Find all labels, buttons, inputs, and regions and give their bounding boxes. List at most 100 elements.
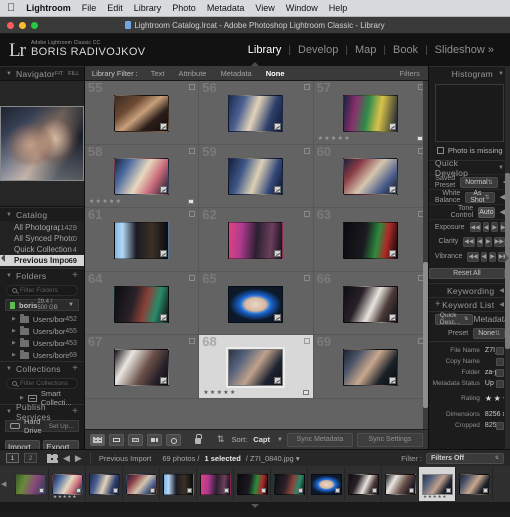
grid-cell[interactable]: 59 [199,144,314,209]
add-collection-button[interactable]: + [72,363,78,374]
grid-cell[interactable]: 67 [84,335,200,399]
zoom-fill[interactable]: FILL [68,71,79,77]
publish-service-setup-link[interactable]: Set Up... [49,423,74,430]
clarity-increase[interactable]: ▶ [485,236,492,247]
photo-grid[interactable]: 55 56 57 ★★★★★ 58 ★★★★★ 59 60 61 62 63 6… [84,81,428,429]
filmstrip-scroll-left-icon[interactable]: ◀ [1,480,6,488]
screen-mode-2-button[interactable]: 2 [24,453,37,463]
filter-tab-text[interactable]: Text [144,68,172,79]
left-panel-collapse-arrow[interactable] [1,253,5,262]
module-map[interactable]: Map [348,44,383,56]
filmstrip-item[interactable] [160,467,197,501]
module-develop[interactable]: Develop [291,44,345,56]
quick-describe-button[interactable]: Quick Desc... ⇅ [434,312,474,326]
sync-metadata-button[interactable]: Sync Metadata [286,432,353,447]
sort-direction-icon[interactable]: ⇅ [217,434,225,445]
grid-cell[interactable]: 57 ★★★★★ [313,81,428,145]
filmstrip-item[interactable] [86,467,123,501]
loupe-view-icon[interactable] [108,433,124,446]
filmstrip-thumbnail[interactable] [51,473,83,495]
sort-value[interactable]: Capt [253,435,270,444]
filter-tab-none[interactable]: None [259,68,292,79]
menu-item-edit[interactable]: Edit [107,3,123,13]
exposure-decrease[interactable]: ◀ [482,222,490,232]
keyword-list-header[interactable]: + Keyword List ◀ [428,297,510,311]
photo-thumbnail[interactable] [228,285,284,323]
disclosure-triangle-icon[interactable]: ▼ [498,165,504,171]
metadata-action-button[interactable] [496,421,504,430]
filmstrip-filename[interactable]: / Z7I_0840.jpg ▾ [246,454,300,463]
cell-flag-box[interactable] [189,147,196,154]
grid-cell-selected[interactable]: 68 ★★★★★ [199,335,314,399]
grid-cell[interactable]: 63 [313,208,428,272]
grid-view-icon[interactable] [89,433,105,446]
grid-cell[interactable]: 64 [84,272,200,336]
collection-search-input[interactable]: Filter Collections [6,378,78,389]
cell-flag-box[interactable] [189,274,196,281]
photo-thumbnail[interactable] [228,221,284,259]
expand-triangle-icon[interactable]: ▶ [12,352,16,358]
navigator-header[interactable]: ▼ Navigator FIT FILL 1:1 3:1 : [0,66,84,80]
filmstrip-thumbnail[interactable] [14,473,46,495]
catalog-item-all-synced[interactable]: All Synced Photographs 0 [0,233,84,244]
photo-thumbnail[interactable] [226,347,286,389]
menu-item-photo[interactable]: Photo [172,3,196,13]
module-library[interactable]: Library [241,44,289,56]
apple-logo-icon[interactable]:  [7,2,15,14]
filmstrip-thumbnail[interactable] [458,473,490,495]
histogram-header[interactable]: Histogram ▼ [428,66,510,80]
filmstrip-item[interactable] [308,467,345,501]
zoom-fit[interactable]: FIT [55,71,63,77]
publish-services-header[interactable]: ▼ Publish Services + [0,402,84,422]
import-button[interactable]: Import... [5,440,41,449]
sync-settings-button[interactable]: Sync Settings [356,432,423,447]
cell-flag-box[interactable] [303,147,310,154]
metadata-value[interactable]: Z7I_0840.jpg [485,347,496,354]
filmstrip[interactable]: ◀ ★★★★★ ★★★★★ [0,466,510,502]
grid-cell[interactable]: 62 [199,208,314,272]
cell-pick-flag[interactable] [188,199,195,205]
top-panel-collapse-arrow[interactable] [251,62,259,66]
exposure-decrease-large[interactable]: ◀◀ [469,222,481,232]
metadata-action-button[interactable] [496,379,504,388]
clarity-decrease[interactable]: ◀ [476,236,484,247]
collections-header[interactable]: ▼ Collections + [0,361,84,375]
cell-flag-box[interactable] [189,338,196,345]
people-view-icon[interactable] [165,433,181,446]
grid-cell[interactable]: 65 [199,272,314,336]
folder-row[interactable]: ▶ Users/borisradivojk... 452 [0,313,84,325]
add-publish-service-button[interactable]: + [72,406,78,417]
compare-view-icon[interactable] [127,433,143,446]
exposure-increase[interactable]: ▶ [491,222,498,232]
export-button[interactable]: Export... [43,440,79,449]
collapse-triangle-icon[interactable]: ◀ [499,301,504,308]
filmstrip-thumbnail[interactable] [125,473,157,495]
saved-preset-select[interactable]: Normal ⇅ [460,176,498,188]
menu-item-lightroom[interactable]: Lightroom [26,3,71,13]
filmstrip-grid-icon[interactable] [47,453,58,463]
collapse-triangle-icon[interactable] [251,504,259,508]
filmstrip-source[interactable]: Previous Import [99,454,152,463]
folder-row[interactable]: ▶ Users/borisradivojk... 455 [0,325,84,337]
catalog-item-previous-import[interactable]: Previous Import 69 [0,255,84,266]
photo-thumbnail[interactable] [114,94,170,132]
menu-item-window[interactable]: Window [286,3,318,13]
filters-label[interactable]: Filters [400,69,425,78]
grid-cell[interactable]: 66 [313,272,428,336]
add-folder-button[interactable]: + [72,270,78,281]
module-book[interactable]: Book [386,44,425,56]
photo-thumbnail[interactable] [114,158,170,196]
photo-thumbnail[interactable] [114,349,170,387]
menu-item-file[interactable]: File [82,3,97,13]
cell-flag-box[interactable] [303,338,310,345]
filmstrip-thumbnail[interactable] [236,473,268,495]
filmstrip-item[interactable] [456,467,493,501]
catalog-item-all-photographs[interactable]: All Photographs 1429 [0,222,84,233]
back-arrow-icon[interactable]: ◀ [63,453,70,464]
reset-all-button[interactable]: Reset All [428,268,505,279]
disclosure-triangle-icon[interactable]: ▼ [6,409,12,415]
folder-search-input[interactable]: Filter Folders [6,285,78,296]
vibrance-increase[interactable]: ▶ [489,251,496,262]
folders-header[interactable]: ▼ Folders + [0,268,84,282]
metadata-value[interactable]: za-jelenu-...nebic-test [485,369,496,376]
